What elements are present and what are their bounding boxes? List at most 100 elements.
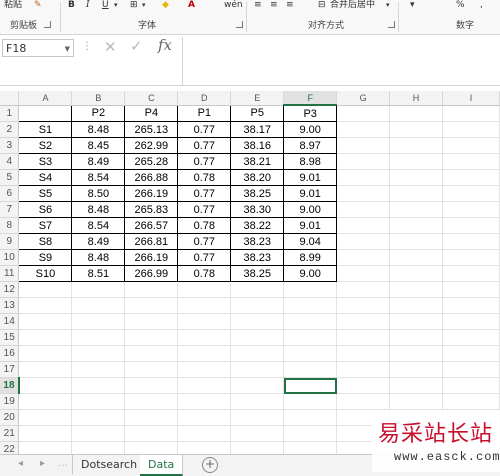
cell-e12[interactable] bbox=[230, 281, 285, 298]
cell-g1[interactable] bbox=[336, 105, 391, 122]
cell-c5[interactable]: 266.88 bbox=[124, 169, 179, 186]
cell-d2[interactable]: 0.77 bbox=[177, 121, 232, 138]
cell-e18[interactable] bbox=[230, 377, 285, 394]
cell-h15[interactable] bbox=[389, 329, 443, 346]
cell-a3[interactable]: S2 bbox=[18, 137, 73, 154]
alignment-launcher-icon[interactable] bbox=[388, 21, 395, 28]
cell-f8[interactable]: 9.01 bbox=[283, 217, 338, 234]
cell-e1[interactable]: P5 bbox=[230, 104, 285, 122]
cell-b5[interactable]: 8.54 bbox=[71, 169, 126, 186]
column-header-f[interactable]: F bbox=[283, 91, 338, 106]
cell-c17[interactable] bbox=[124, 361, 179, 378]
cell-f11[interactable]: 9.00 bbox=[283, 265, 338, 282]
cell-g15[interactable] bbox=[336, 329, 391, 346]
cell-i4[interactable] bbox=[442, 153, 500, 170]
cell-a11[interactable]: S10 bbox=[18, 265, 73, 282]
cell-e9[interactable]: 38.23 bbox=[230, 233, 285, 250]
column-header-e[interactable]: E bbox=[230, 91, 285, 106]
cell-i16[interactable] bbox=[442, 345, 500, 362]
more-sheets-icon[interactable]: … bbox=[58, 458, 68, 469]
row-header[interactable]: 10 bbox=[0, 249, 20, 266]
cell-b14[interactable] bbox=[71, 313, 126, 330]
cell-e17[interactable] bbox=[230, 361, 285, 378]
row-header[interactable]: 16 bbox=[0, 345, 20, 362]
italic-button[interactable]: I bbox=[86, 0, 90, 11]
cell-f3[interactable]: 8.97 bbox=[283, 137, 338, 154]
cell-f5[interactable]: 9.01 bbox=[283, 169, 338, 186]
cell-c12[interactable] bbox=[124, 281, 179, 298]
cell-b7[interactable]: 8.48 bbox=[71, 201, 126, 218]
cell-e10[interactable]: 38.23 bbox=[230, 249, 285, 266]
cell-i8[interactable] bbox=[442, 217, 500, 234]
font-launcher-icon[interactable] bbox=[236, 21, 243, 28]
cell-a8[interactable]: S7 bbox=[18, 217, 73, 234]
column-header-d[interactable]: D bbox=[177, 91, 232, 106]
cell-b15[interactable] bbox=[71, 329, 126, 346]
cell-h11[interactable] bbox=[389, 265, 443, 282]
cell-e20[interactable] bbox=[230, 409, 285, 426]
paste-button[interactable]: 粘贴 bbox=[4, 0, 22, 11]
cell-b10[interactable]: 8.48 bbox=[71, 249, 126, 266]
cell-g3[interactable] bbox=[336, 137, 391, 154]
cell-b17[interactable] bbox=[71, 361, 126, 378]
cell-d16[interactable] bbox=[177, 345, 232, 362]
cell-i2[interactable] bbox=[442, 121, 500, 138]
cell-a16[interactable] bbox=[18, 345, 73, 362]
cell-h9[interactable] bbox=[389, 233, 443, 250]
cell-c16[interactable] bbox=[124, 345, 179, 362]
cell-a15[interactable] bbox=[18, 329, 73, 346]
row-header[interactable]: 5 bbox=[0, 169, 20, 186]
cell-f17[interactable] bbox=[283, 361, 338, 378]
clipboard-launcher-icon[interactable] bbox=[44, 21, 51, 28]
cell-c20[interactable] bbox=[124, 409, 179, 426]
cell-f22[interactable] bbox=[283, 441, 338, 454]
scroll-right-icon[interactable]: ▸ bbox=[40, 458, 45, 469]
cell-h2[interactable] bbox=[389, 121, 443, 138]
cell-e16[interactable] bbox=[230, 345, 285, 362]
cell-e22[interactable] bbox=[230, 441, 285, 454]
cell-d19[interactable] bbox=[177, 393, 232, 410]
cell-f4[interactable]: 8.98 bbox=[283, 153, 338, 170]
underline-button[interactable]: U bbox=[102, 0, 109, 11]
cell-f1[interactable]: P3 bbox=[283, 104, 338, 122]
cell-c1[interactable]: P4 bbox=[124, 104, 179, 122]
cell-c10[interactable]: 266.19 bbox=[124, 249, 179, 266]
cell-a19[interactable] bbox=[18, 393, 73, 410]
cell-a9[interactable]: S8 bbox=[18, 233, 73, 250]
cell-b11[interactable]: 8.51 bbox=[71, 265, 126, 282]
cell-f6[interactable]: 9.01 bbox=[283, 185, 338, 202]
cell-h7[interactable] bbox=[389, 201, 443, 218]
select-all-corner[interactable] bbox=[0, 91, 20, 106]
cell-b8[interactable]: 8.54 bbox=[71, 217, 126, 234]
row-header[interactable]: 13 bbox=[0, 297, 20, 314]
cell-f18[interactable] bbox=[283, 377, 338, 394]
cell-g17[interactable] bbox=[336, 361, 391, 378]
cell-b3[interactable]: 8.45 bbox=[71, 137, 126, 154]
cell-d12[interactable] bbox=[177, 281, 232, 298]
cell-d18[interactable] bbox=[177, 377, 232, 394]
add-sheet-button[interactable]: + bbox=[202, 457, 218, 473]
cell-f20[interactable] bbox=[283, 409, 338, 426]
align-right-icon[interactable]: ≡ bbox=[286, 0, 294, 11]
row-header[interactable]: 2 bbox=[0, 121, 20, 138]
cell-d9[interactable]: 0.77 bbox=[177, 233, 232, 250]
cancel-icon[interactable]: ✕ bbox=[104, 38, 117, 56]
cell-e7[interactable]: 38.30 bbox=[230, 201, 285, 218]
cell-i9[interactable] bbox=[442, 233, 500, 250]
cell-a21[interactable] bbox=[18, 425, 73, 442]
border-icon[interactable]: ⊞ bbox=[130, 0, 138, 11]
cell-e21[interactable] bbox=[230, 425, 285, 442]
cell-c15[interactable] bbox=[124, 329, 179, 346]
cell-grid[interactable]: A B C D E F G H I 1 P2 P4 P1 P5 P3 2 S1 8.48 265.13 0.77 38.… bbox=[0, 91, 500, 454]
cell-e13[interactable] bbox=[230, 297, 285, 314]
row-header[interactable]: 19 bbox=[0, 393, 20, 410]
cell-i15[interactable] bbox=[442, 329, 500, 346]
cell-d1[interactable]: P1 bbox=[177, 104, 232, 122]
row-header[interactable]: 20 bbox=[0, 409, 20, 426]
column-header-g[interactable]: G bbox=[336, 91, 391, 106]
row-header[interactable]: 22 bbox=[0, 441, 20, 454]
cell-i17[interactable] bbox=[442, 361, 500, 378]
cell-g4[interactable] bbox=[336, 153, 391, 170]
cell-a14[interactable] bbox=[18, 313, 73, 330]
cell-e15[interactable] bbox=[230, 329, 285, 346]
